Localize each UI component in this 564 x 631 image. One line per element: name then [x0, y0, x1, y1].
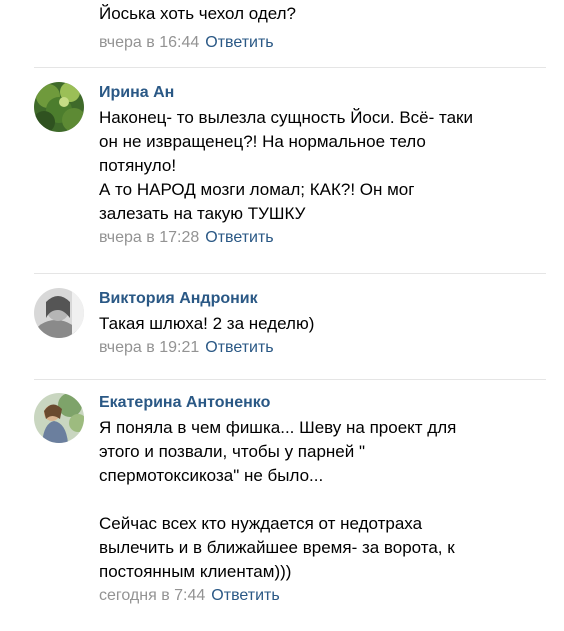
- comment-text: Наконец- то вылезла сущность Йоси. Всё- …: [99, 108, 473, 223]
- reply-link[interactable]: Ответить: [205, 229, 273, 246]
- comment-meta: сегодня в 7:44 Ответить: [99, 585, 544, 607]
- comment-meta: вчера в 16:44 Ответить: [99, 32, 544, 54]
- comment-divider: [34, 67, 546, 68]
- reply-link[interactable]: Ответить: [211, 587, 279, 604]
- comment-timestamp[interactable]: вчера в 19:21: [99, 339, 199, 356]
- comment-text: Йоська хоть чехол одел?: [99, 4, 297, 23]
- comment-author[interactable]: Виктория Андроник: [99, 289, 544, 309]
- comment-meta: вчера в 17:28 Ответить: [99, 227, 544, 249]
- avatar[interactable]: [34, 393, 84, 443]
- comment-divider: [34, 379, 546, 380]
- comment-text: Такая шлюха! 2 за неделю): [99, 314, 315, 333]
- avatar[interactable]: [34, 82, 84, 132]
- comment-timestamp[interactable]: сегодня в 7:44: [99, 587, 205, 604]
- comment-text: Я поняла в чем фишка... Шеву на проект д…: [99, 418, 457, 581]
- comment-meta: вчера в 19:21 Ответить: [99, 337, 544, 359]
- comment-divider: [34, 273, 546, 274]
- comment-author[interactable]: Екатерина Антоненко: [99, 393, 544, 413]
- reply-link[interactable]: Ответить: [205, 339, 273, 356]
- comment-timestamp[interactable]: вчера в 17:28: [99, 229, 199, 246]
- comment-author[interactable]: Ирина Ан: [99, 83, 544, 103]
- reply-link[interactable]: Ответить: [205, 34, 273, 51]
- comment-timestamp[interactable]: вчера в 16:44: [99, 34, 199, 51]
- avatar[interactable]: [34, 288, 84, 338]
